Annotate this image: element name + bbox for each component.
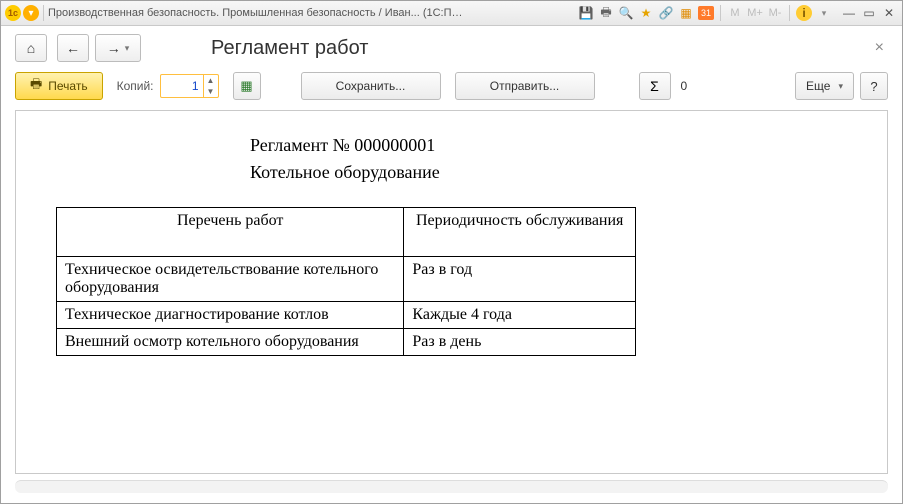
forward-button[interactable]: → ▾ — [95, 34, 141, 62]
sum-value: 0 — [681, 79, 688, 93]
chevron-down-icon: ▾ — [125, 43, 130, 54]
mem-mminus-button[interactable]: M- — [767, 5, 783, 21]
work-cell: Техническое диагностирование котлов — [57, 302, 404, 329]
help-button[interactable]: ? — [860, 72, 888, 100]
preview-icon[interactable]: 🔍 — [618, 5, 634, 21]
history-group: ← → ▾ — [57, 34, 141, 62]
document-subheading: Котельное оборудование — [250, 162, 863, 183]
period-cell: Каждые 4 года — [404, 302, 636, 329]
arrow-left-icon: ← — [66, 40, 80, 56]
info-dropdown-icon[interactable]: ▾ — [816, 5, 832, 21]
sum-group: Σ 0 — [639, 72, 688, 100]
save-icon[interactable]: 💾 — [578, 5, 594, 21]
document-heading: Регламент № 000000001 — [250, 135, 863, 156]
period-cell: Раз в год — [404, 257, 636, 302]
titlebar-separator — [720, 5, 721, 21]
col-period-header: Периодичность обслуживания — [404, 208, 636, 257]
copies-label: Копий: — [117, 79, 154, 93]
table-header-row: Перечень работ Периодичность обслуживани… — [57, 208, 636, 257]
page-title: Регламент работ — [211, 37, 368, 60]
print-icon[interactable]: 🖶 — [598, 5, 614, 21]
table-row: Внешний осмотр котельного оборудования Р… — [57, 329, 636, 356]
col-works-header: Перечень работ — [57, 208, 404, 257]
print-button[interactable]: 🖶 Печать — [15, 72, 103, 100]
print-button-label: Печать — [48, 79, 87, 93]
more-label: Еще — [806, 79, 830, 93]
period-cell: Раз в день — [404, 329, 636, 356]
sum-button[interactable]: Σ — [639, 72, 671, 100]
save-button[interactable]: Сохранить... — [301, 72, 441, 100]
nav-group: ⌂ — [15, 34, 47, 62]
home-icon: ⌂ — [27, 40, 35, 56]
calendar-icon[interactable]: 31 — [698, 6, 714, 20]
back-button[interactable]: ← — [57, 34, 89, 62]
window-restore-button[interactable]: ▭ — [860, 5, 878, 21]
copies-group: Копий: ▲ ▼ — [117, 74, 219, 98]
document-content: Регламент № 000000001 Котельное оборудов… — [16, 111, 887, 380]
toolbar-right: Еще ▾ ? — [795, 72, 888, 100]
work-cell: Техническое освидетельствование котельно… — [57, 257, 404, 302]
link-icon[interactable]: 🔗 — [658, 5, 674, 21]
table-edit-button[interactable]: ▦ — [233, 72, 261, 100]
send-button[interactable]: Отправить... — [455, 72, 595, 100]
window-minimize-button[interactable]: — — [840, 5, 858, 21]
sigma-icon: Σ — [650, 78, 659, 94]
calc-icon[interactable]: ▦ — [678, 5, 694, 21]
app-menu-dropdown-icon[interactable]: ▾ — [23, 5, 39, 21]
printer-icon: 🖶 — [30, 75, 42, 97]
app-1c-icon: 1c — [5, 5, 21, 21]
titlebar-separator — [43, 5, 44, 21]
table-icon: ▦ — [240, 78, 252, 94]
app-window: 1c ▾ Производственная безопасность. Пром… — [0, 0, 903, 504]
works-table: Перечень работ Периодичность обслуживани… — [56, 207, 636, 356]
copies-input[interactable] — [161, 75, 203, 97]
mem-mplus-button[interactable]: M+ — [747, 5, 763, 21]
toolbar: 🖶 Печать Копий: ▲ ▼ ▦ Сохранить... Отпра… — [15, 72, 888, 100]
client-area: ⌂ ← → ▾ Регламент работ × 🖶 Печать Копий… — [1, 26, 902, 503]
spin-up-button[interactable]: ▲ — [204, 75, 218, 86]
work-cell: Внешний осмотр котельного оборудования — [57, 329, 404, 356]
nav-row: ⌂ ← → ▾ Регламент работ × — [15, 34, 888, 62]
horizontal-scrollbar[interactable] — [15, 480, 888, 493]
more-menu-button[interactable]: Еще ▾ — [795, 72, 854, 100]
window-close-button[interactable]: ✕ — [880, 5, 898, 21]
copies-spinner[interactable]: ▲ ▼ — [160, 74, 219, 98]
home-button[interactable]: ⌂ — [15, 34, 47, 62]
table-row: Техническое диагностирование котлов Кажд… — [57, 302, 636, 329]
mem-m-button[interactable]: M — [727, 5, 743, 21]
favorite-icon[interactable]: ★ — [638, 5, 654, 21]
titlebar-tools: 💾 🖶 🔍 ★ 🔗 ▦ 31 M M+ M- i ▾ — [578, 5, 832, 21]
titlebar-separator — [789, 5, 790, 21]
info-icon[interactable]: i — [796, 5, 812, 21]
chevron-down-icon: ▾ — [838, 81, 843, 92]
page-close-button[interactable]: × — [871, 39, 888, 57]
window-title: Производственная безопасность. Промышлен… — [48, 7, 468, 19]
titlebar: 1c ▾ Производственная безопасность. Пром… — [1, 1, 902, 26]
table-row: Техническое освидетельствование котельно… — [57, 257, 636, 302]
document-area[interactable]: Регламент № 000000001 Котельное оборудов… — [15, 110, 888, 474]
spin-down-button[interactable]: ▼ — [204, 86, 218, 97]
arrow-right-icon: → — [107, 40, 121, 56]
